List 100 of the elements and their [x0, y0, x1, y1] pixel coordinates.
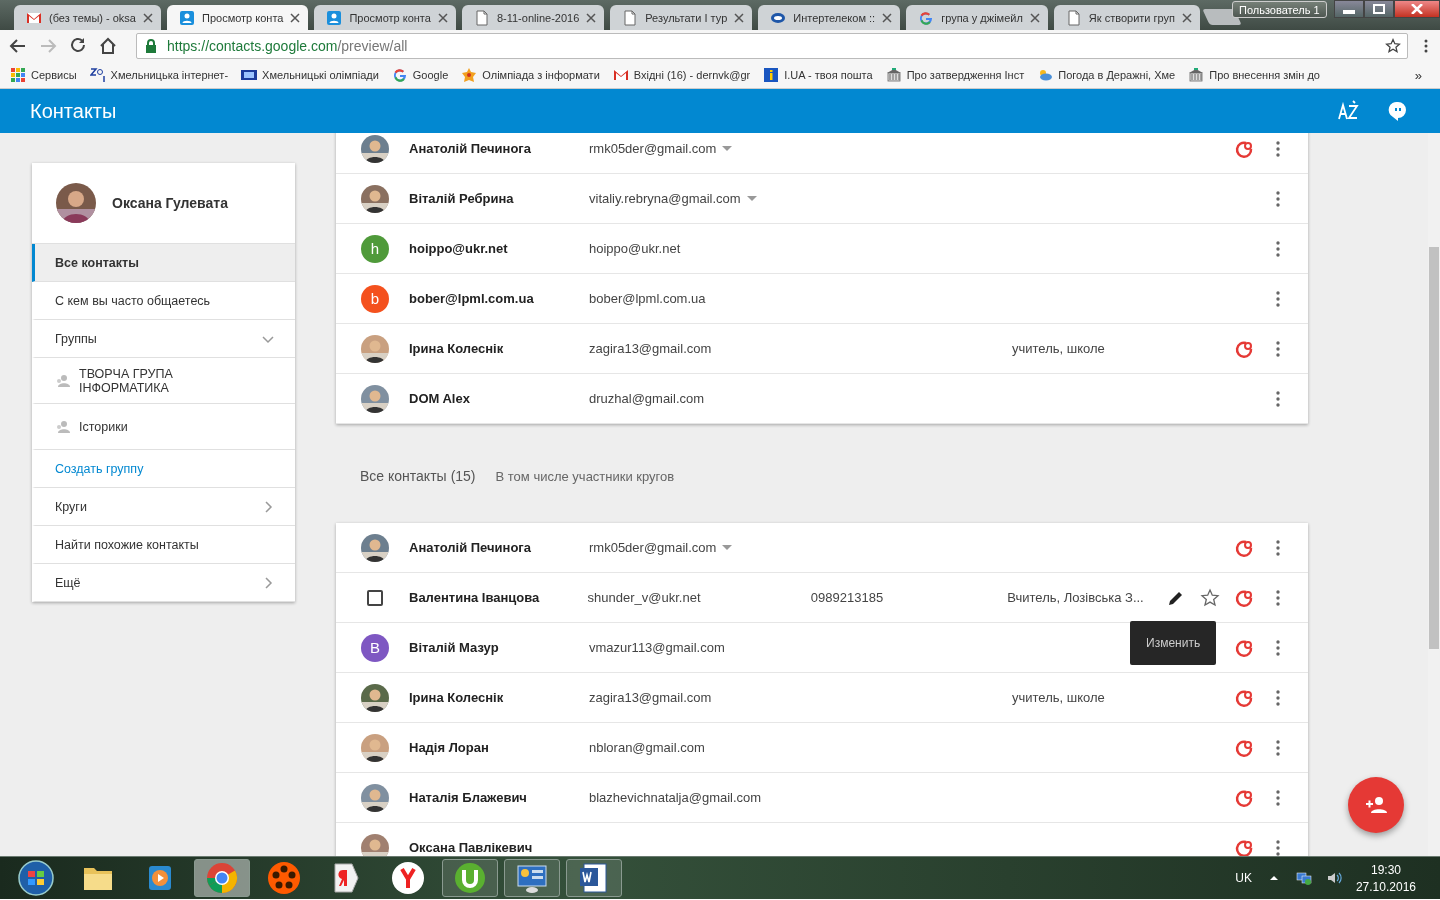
- browser-tab[interactable]: (без темы) - oksa: [14, 5, 161, 30]
- contact-name: Надія Лоран: [409, 740, 489, 755]
- sidebar-item[interactable]: Группы: [55, 331, 97, 346]
- bookmark[interactable]: Погода в Деражні, Хме: [1058, 69, 1176, 81]
- language-indicator[interactable]: UK: [1235, 871, 1252, 885]
- browser-tab[interactable]: Просмотр конта: [167, 5, 309, 30]
- close-icon[interactable]: [290, 12, 301, 23]
- home-icon[interactable]: [98, 36, 118, 56]
- sidebar-item[interactable]: С кем вы часто общаетесь: [55, 293, 211, 308]
- letter-avatar: B: [361, 633, 389, 662]
- browser-tab[interactable]: Просмотр конта: [314, 5, 456, 30]
- contact-email: vmazur113@gmail.com: [589, 640, 725, 655]
- dropdown-caret-icon[interactable]: [746, 195, 757, 202]
- browser-tab[interactable]: Результати I тур: [610, 5, 753, 30]
- circles-icon[interactable]: [1234, 138, 1254, 159]
- browser-tab[interactable]: Як створити груп: [1053, 5, 1200, 30]
- bookmark[interactable]: Хмельницькі олімпіади: [262, 69, 379, 81]
- close-icon[interactable]: [734, 12, 745, 23]
- close-icon[interactable]: [143, 12, 153, 23]
- sidebar-item[interactable]: Ещё: [55, 575, 81, 590]
- info-icon: [763, 67, 780, 83]
- bookmark[interactable]: Google: [412, 69, 449, 81]
- contact-note: Вчитель, Лозівська З...: [1007, 590, 1144, 605]
- browser-tab[interactable]: 8-11-online-2016: [461, 5, 605, 30]
- contact-name: DOM Alex: [409, 391, 470, 406]
- circles-icon[interactable]: [1234, 737, 1254, 758]
- circles-icon[interactable]: [1234, 338, 1254, 359]
- star-icon[interactable]: [1385, 38, 1401, 54]
- close-icon[interactable]: [1029, 12, 1040, 23]
- control-panel-icon[interactable]: [517, 865, 547, 893]
- network-icon[interactable]: [1295, 870, 1312, 886]
- address-bar[interactable]: https://contacts.google.com/preview/all: [136, 33, 1408, 59]
- close-button[interactable]: [1394, 0, 1440, 18]
- film-reel-icon[interactable]: [268, 862, 300, 894]
- play-icon[interactable]: [149, 866, 171, 890]
- circles-icon[interactable]: [1234, 837, 1254, 856]
- star-icon[interactable]: [1200, 587, 1220, 608]
- dropdown-caret-icon[interactable]: [722, 544, 733, 551]
- checkbox[interactable]: [367, 589, 383, 606]
- close-icon[interactable]: [1182, 12, 1192, 23]
- contact-email: blazhevichnatalja@gmail.com: [589, 790, 762, 805]
- browser-y-icon[interactable]: [392, 862, 424, 894]
- bookmark[interactable]: Олімпіада з інформати: [482, 69, 600, 81]
- circles-icon[interactable]: [1234, 687, 1254, 708]
- browser-tab[interactable]: група у джімейл: [906, 5, 1048, 30]
- contact-email: druzhal@gmail.com: [589, 391, 705, 406]
- maximize-icon: [1373, 4, 1385, 14]
- bookmark[interactable]: Вхідні (16) - dernvk@gr: [633, 69, 751, 81]
- contact-name: Віталій Мазур: [409, 640, 499, 655]
- dropdown-caret-icon[interactable]: [722, 145, 733, 152]
- circles-icon[interactable]: [1234, 537, 1254, 558]
- clock-time[interactable]: 19:30: [1370, 862, 1401, 877]
- bookmark[interactable]: Про затвердження Інст: [906, 69, 1025, 81]
- sidebar-item[interactable]: Історики: [79, 419, 229, 434]
- circles-icon[interactable]: [1234, 587, 1254, 608]
- contact-note: учитель, школе: [1012, 341, 1105, 356]
- bookmark[interactable]: Про внесення змін до: [1209, 69, 1320, 81]
- folder-icon[interactable]: [84, 868, 112, 890]
- close-icon[interactable]: [882, 12, 893, 23]
- bookmark[interactable]: I.UA - твоя пошта: [784, 69, 873, 81]
- sidebar-item[interactable]: ТВОРЧА ГРУПА ІНФОРМАТИКА: [79, 366, 229, 395]
- close-icon[interactable]: [586, 12, 597, 23]
- group-icon: [55, 418, 71, 435]
- volume-icon[interactable]: [1325, 870, 1342, 886]
- browser-tab[interactable]: Интертелеком ::: [758, 5, 901, 30]
- circles-icon[interactable]: [1234, 637, 1254, 658]
- minimize-button[interactable]: [1334, 0, 1364, 18]
- bookmark-tag-icon[interactable]: [334, 863, 359, 893]
- circles-icon[interactable]: [1234, 787, 1254, 808]
- leaf-icon: [461, 67, 478, 83]
- user-name: Оксана Гулевата: [112, 195, 228, 211]
- clock-date[interactable]: 27.10.2016: [1355, 879, 1416, 894]
- contact-phone: 0989213185: [810, 590, 884, 605]
- profile-button[interactable]: Пользователь 1: [1232, 1, 1327, 18]
- sidebar-item[interactable]: Найти похожие контакты: [55, 537, 199, 552]
- contact-name: Анатолій Печинога: [409, 540, 531, 555]
- start-orb-icon[interactable]: [18, 860, 54, 896]
- contacts-icon: [179, 9, 195, 26]
- contact-count: (15): [450, 468, 476, 484]
- add-contact-button[interactable]: [1348, 777, 1404, 833]
- bookmark[interactable]: Сервисы: [31, 69, 77, 81]
- contact-email: hoippo@ukr.net: [589, 241, 681, 256]
- contact-email: nbloran@gmail.com: [589, 740, 705, 755]
- close-icon[interactable]: [437, 12, 448, 23]
- building-icon: [885, 67, 902, 83]
- sidebar-item[interactable]: Круги: [55, 499, 87, 514]
- mail-icon: [612, 67, 629, 83]
- app-title: Контакты: [30, 99, 118, 123]
- contact-name: Віталій Ребрина: [409, 191, 514, 206]
- contact-name: Анатолій Печинога: [409, 141, 531, 156]
- contact-email: rmk05der@gmail.com: [589, 141, 717, 156]
- more-bookmarks-button[interactable]: »: [1414, 67, 1422, 83]
- bookmark[interactable]: Хмельницька інтернет-: [110, 69, 229, 81]
- torrent-icon[interactable]: [455, 863, 485, 893]
- building-icon: [1188, 67, 1205, 83]
- maximize-button[interactable]: [1364, 0, 1394, 18]
- word-icon[interactable]: [580, 863, 607, 893]
- chrome-icon[interactable]: [207, 863, 237, 893]
- sidebar-item[interactable]: Все контакты: [55, 255, 139, 270]
- create-group-link[interactable]: Создать группу: [55, 461, 144, 476]
